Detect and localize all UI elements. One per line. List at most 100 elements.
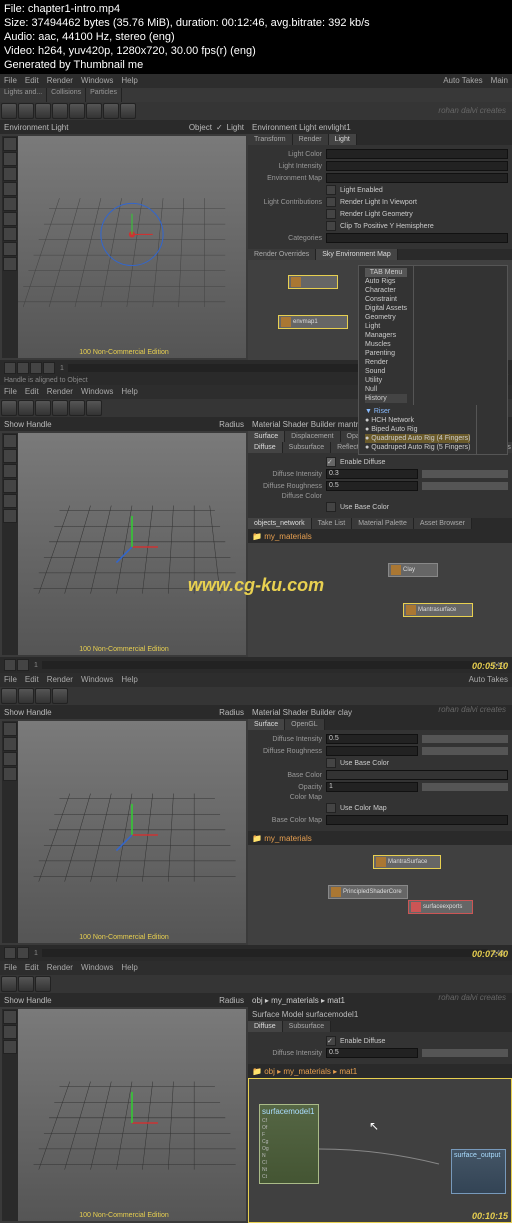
checkbox[interactable]: ✓	[326, 1036, 336, 1046]
play-icon[interactable]	[30, 362, 42, 374]
tab[interactable]: Asset Browser	[414, 518, 472, 529]
menu-item[interactable]: Auto Rigs	[365, 277, 407, 286]
tab[interactable]: Material Palette	[352, 518, 414, 529]
shelf-icon[interactable]	[18, 688, 34, 704]
shelf-tab[interactable]: Particles	[86, 88, 122, 102]
menu-edit[interactable]: Edit	[25, 963, 39, 973]
menu-item[interactable]: ● Quadruped Auto Rig (5 Fingers)	[365, 443, 470, 452]
categories-field[interactable]	[326, 233, 508, 243]
menu-item[interactable]: Render	[365, 358, 407, 367]
checkbox[interactable]	[326, 803, 336, 813]
play-first-icon[interactable]	[4, 362, 16, 374]
field[interactable]: 1	[326, 782, 418, 792]
play-icon[interactable]	[4, 947, 16, 959]
tool-icon[interactable]	[3, 257, 17, 271]
tab-transform[interactable]: Transform	[248, 134, 293, 145]
viewport-3d[interactable]: 100 Non-Commercial Edition	[2, 1009, 246, 1221]
field[interactable]: 0.3	[326, 469, 418, 479]
tool-icon[interactable]	[3, 464, 17, 478]
node-surfacemodel[interactable]: surfacemodel1 CfOfFCgOgNClNtCt	[259, 1104, 319, 1184]
slider[interactable]	[422, 482, 508, 490]
node[interactable]	[288, 275, 338, 289]
object-btn[interactable]: Object	[189, 123, 212, 132]
menu-item[interactable]: History	[365, 394, 407, 403]
shelf-icon[interactable]	[18, 976, 34, 992]
menu-file[interactable]: File	[4, 76, 17, 86]
menu-windows[interactable]: Windows	[81, 76, 113, 86]
tool-icon[interactable]	[3, 1040, 17, 1054]
tool-icon[interactable]	[3, 509, 17, 523]
shelf-icon[interactable]	[69, 400, 85, 416]
viewport-3d[interactable]: 100 Non-Commercial Edition	[2, 721, 246, 943]
slider[interactable]	[422, 747, 508, 755]
field[interactable]: 0.5	[326, 481, 418, 491]
shelf-icon[interactable]	[35, 400, 51, 416]
menu-help[interactable]: Help	[121, 963, 137, 973]
menu-edit[interactable]: Edit	[25, 675, 39, 685]
tool-icon[interactable]	[3, 212, 17, 226]
tool-icon[interactable]	[3, 722, 17, 736]
menu-item[interactable]: Utility	[365, 376, 407, 385]
timeline[interactable]: 1 240	[0, 945, 512, 961]
shelf-icon[interactable]	[120, 103, 136, 119]
node-mantrasurface[interactable]: Mantrasurface	[403, 603, 473, 617]
tab-light[interactable]: Light	[329, 134, 357, 145]
color-field[interactable]	[326, 149, 508, 159]
checkbox[interactable]	[326, 209, 336, 219]
shelf-icon[interactable]	[35, 976, 51, 992]
viewport-3d[interactable]: 100 Non-Commercial Edition	[2, 433, 246, 655]
tool-icon[interactable]	[3, 197, 17, 211]
checkbox[interactable]: ✓	[326, 457, 336, 467]
slider[interactable]	[422, 470, 508, 478]
tool-icon[interactable]	[3, 434, 17, 448]
tool-icon[interactable]	[3, 1010, 17, 1024]
checkbox[interactable]	[326, 197, 336, 207]
menu-auto-takes[interactable]: Auto Takes	[443, 76, 482, 86]
node[interactable]: MantraSurface	[373, 855, 441, 869]
viewport-3d[interactable]: 100 Non-Commercial Edition	[2, 136, 246, 358]
checkbox[interactable]	[326, 502, 336, 512]
node[interactable]: PrincipledShaderCore	[328, 885, 408, 899]
show-handle[interactable]: Show Handle	[4, 708, 52, 717]
slider[interactable]	[422, 783, 508, 791]
node-surface-output[interactable]: surface_output	[451, 1149, 506, 1194]
field[interactable]: 0.5	[326, 1048, 418, 1058]
menu-item[interactable]: Managers	[365, 331, 407, 340]
tab[interactable]: Surface	[248, 719, 285, 730]
network-editor[interactable]: envmap1 TAB Menu Auto Rigs Character Con…	[248, 260, 512, 360]
menu-item[interactable]: Character	[365, 286, 407, 295]
tool-icon[interactable]	[3, 152, 17, 166]
menu-render[interactable]: Render	[47, 387, 73, 397]
shelf-icon[interactable]	[1, 688, 17, 704]
checkbox[interactable]	[326, 758, 336, 768]
play-icon[interactable]	[17, 947, 29, 959]
tab[interactable]: Diffuse	[248, 1021, 283, 1032]
menu-item[interactable]: Parenting	[365, 349, 407, 358]
tool-icon[interactable]	[3, 752, 17, 766]
show-handle[interactable]: Show Handle	[4, 996, 52, 1005]
tool-icon[interactable]	[3, 494, 17, 508]
tab[interactable]: Subsurface	[283, 442, 331, 453]
tool-icon[interactable]	[3, 227, 17, 241]
node[interactable]: surfaceexports	[408, 900, 473, 914]
tool-icon[interactable]	[3, 449, 17, 463]
menu-help[interactable]: Help	[121, 387, 137, 397]
tab[interactable]: Diffuse	[248, 442, 283, 453]
tab[interactable]: Subsurface	[283, 1021, 331, 1032]
menu-help[interactable]: Help	[121, 76, 137, 86]
shelf-tab[interactable]: Collisions	[47, 88, 86, 102]
menu-main[interactable]: Main	[491, 76, 508, 86]
tab[interactable]: objects_network	[248, 518, 312, 529]
node-envmap[interactable]: envmap1	[278, 315, 348, 329]
timeline[interactable]: 1 240	[0, 657, 512, 673]
field[interactable]: 0.5	[326, 734, 418, 744]
tab[interactable]: Render Overrides	[248, 249, 316, 260]
play-next-icon[interactable]	[43, 362, 55, 374]
node-clay[interactable]: Clay	[388, 563, 438, 577]
shelf-icon[interactable]	[86, 400, 102, 416]
timeline-track[interactable]	[42, 949, 488, 957]
menu-windows[interactable]: Windows	[81, 387, 113, 397]
menu-item[interactable]: Digital Assets	[365, 304, 407, 313]
menu-render[interactable]: Render	[47, 963, 73, 973]
shelf-icon[interactable]	[52, 103, 68, 119]
